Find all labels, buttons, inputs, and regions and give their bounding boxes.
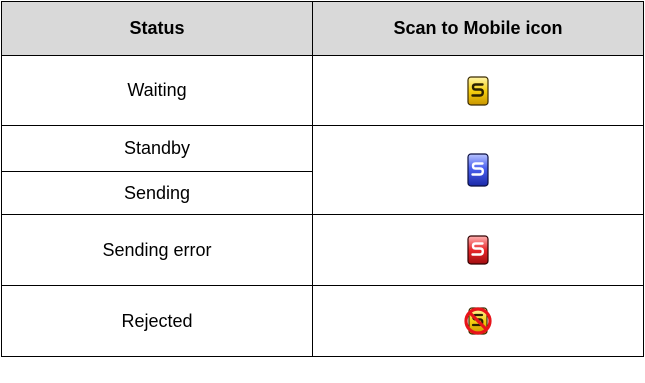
status-column-header: Status: [1, 1, 313, 56]
icon-column-header: Scan to Mobile icon: [312, 1, 644, 56]
header-row: Status Scan to Mobile icon: [1, 1, 644, 56]
scan-to-mobile-error-icon: [467, 235, 489, 265]
table-row: Waiting: [1, 55, 644, 126]
status-standby: Standby: [1, 125, 313, 172]
status-sending-error: Sending error: [1, 214, 313, 286]
table-row: Standby: [1, 125, 644, 215]
scan-to-mobile-standby-sending-icon: [467, 153, 489, 187]
scan-to-mobile-waiting-icon: [467, 75, 489, 106]
icon-cell: [312, 214, 644, 286]
status-sending: Sending: [1, 171, 313, 215]
status-waiting: Waiting: [1, 55, 313, 126]
icon-cell: [312, 55, 644, 126]
icon-cell: [312, 285, 644, 357]
table-row: Rejected: [1, 285, 644, 357]
scan-to-mobile-rejected-icon: [463, 306, 493, 336]
status-table: Status Scan to Mobile icon Waiting Stand…: [1, 1, 644, 357]
table-row: Sending error: [1, 214, 644, 286]
status-rejected: Rejected: [1, 285, 313, 357]
icon-cell: [312, 125, 644, 215]
